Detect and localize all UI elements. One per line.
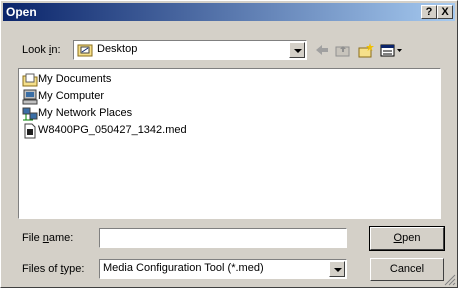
help-button[interactable]: ? — [421, 5, 437, 19]
new-folder-icon[interactable] — [357, 42, 375, 58]
open-dialog: Open ? X Look in: Desktop My Documents M… — [0, 0, 458, 288]
dialog-title: Open — [6, 5, 37, 19]
file-type-dropdown-button[interactable] — [329, 261, 345, 277]
views-menu-icon[interactable] — [380, 42, 404, 58]
look-in-value: Desktop — [97, 43, 138, 55]
look-in-combo[interactable]: Desktop — [73, 40, 307, 60]
file-type-select[interactable]: Media Configuration Tool (*.med) — [99, 259, 347, 279]
chevron-down-icon — [294, 49, 302, 53]
item-label: My Computer — [38, 90, 105, 102]
my-computer-icon — [22, 89, 38, 105]
look-in-dropdown-button[interactable] — [289, 42, 305, 58]
back-arrow-icon[interactable] — [313, 42, 331, 58]
cancel-button[interactable]: Cancel — [370, 258, 444, 281]
file-type-value: Media Configuration Tool (*.med) — [103, 262, 264, 274]
look-in-label: Look in: — [22, 44, 61, 56]
file-icon — [24, 123, 36, 139]
my-documents-icon — [22, 73, 38, 87]
open-button[interactable]: Open — [369, 226, 445, 251]
file-list[interactable]: My Documents My Computer My Network Plac… — [18, 68, 441, 219]
resize-grip-icon[interactable] — [444, 274, 456, 286]
file-type-label: Files of type: — [22, 263, 85, 275]
item-label: W8400PG_050427_1342.med — [38, 124, 187, 136]
item-label: My Documents — [38, 73, 112, 85]
up-folder-icon[interactable] — [334, 42, 352, 58]
file-name-label: File name: — [22, 232, 74, 244]
desktop-folder-icon — [77, 44, 93, 57]
close-button[interactable]: X — [437, 5, 453, 19]
network-places-icon — [22, 107, 38, 121]
item-label: My Network Places — [38, 107, 133, 119]
chevron-down-icon — [334, 268, 342, 272]
title-bar[interactable]: Open ? X — [3, 3, 455, 21]
file-name-input[interactable] — [99, 228, 347, 248]
